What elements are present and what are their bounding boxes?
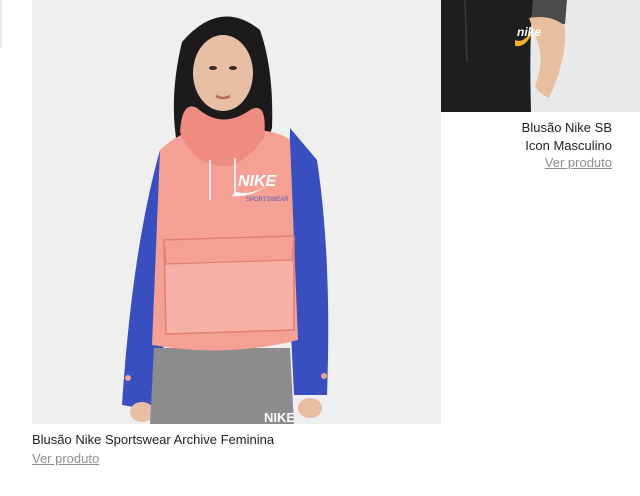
product-image-archive[interactable]: NIKE SPORTSWEAR NIKE [32,0,441,424]
product-title: Blusão Nike Sportswear Archive Feminina [32,432,275,447]
view-product-link[interactable]: Ver produto [545,155,612,170]
jacket-brand-text: NIKE [238,173,278,190]
view-product-link[interactable]: Ver produto [32,451,99,466]
left-edge-divider [0,0,2,48]
sb-logo-text: nike [517,25,541,39]
product-image-sb-icon[interactable]: nike [441,0,640,112]
product-title-line: Blusão Nike SB [521,120,612,135]
pants-brand-text: NIKE [264,410,295,424]
product-title-line: Icon Masculino [525,138,612,153]
jacket-subbrand-text: SPORTSWEAR [246,197,289,203]
product-title: Blusão Nike SB Icon Masculino [442,119,612,155]
